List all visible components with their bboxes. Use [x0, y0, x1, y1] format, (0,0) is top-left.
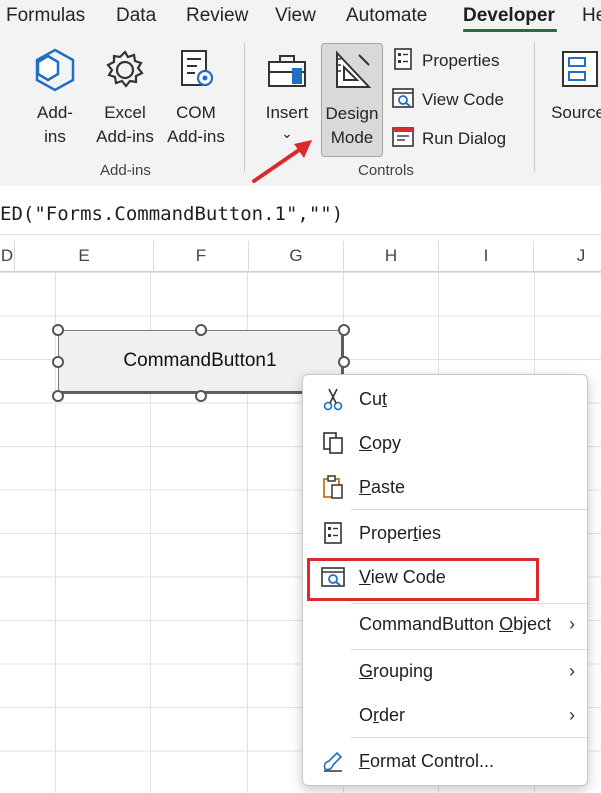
annotation-arrow-icon [252, 140, 312, 183]
insert-button[interactable]: Insert ⌄ [259, 46, 315, 141]
insert-label: Insert [265, 103, 309, 122]
xml-source-icon [548, 46, 601, 101]
run-dialog-icon [392, 125, 414, 154]
controls-group-label: Controls [358, 162, 414, 179]
annotation-highlight-box [307, 558, 539, 601]
source-button[interactable]: Source [548, 46, 601, 125]
menu-item-label: CommandButton Object [359, 613, 552, 634]
ribbon-tab-bar: Formulas Data Review View Automate Devel… [0, 0, 601, 34]
excel-add-ins-label-2: Add-ins [96, 127, 154, 146]
formula-bar[interactable]: ED("Forms.CommandButton.1","") [0, 196, 601, 235]
toolbox-icon [259, 46, 315, 101]
com-addins-icon [164, 46, 228, 101]
menu-item-cut[interactable]: Cut [303, 379, 587, 419]
view-code-button[interactable]: View Code [392, 83, 504, 117]
copy-icon [319, 429, 347, 457]
tab-developer[interactable]: Developer [463, 5, 555, 27]
column-header-i[interactable]: I [439, 241, 534, 271]
excel-add-ins-button[interactable]: Excel Add-ins [93, 46, 157, 149]
view-code-icon [392, 86, 414, 115]
menu-item-label: Copy [359, 432, 402, 453]
paste-icon [319, 473, 347, 501]
submenu-chevron-icon: › [569, 660, 575, 681]
properties-icon [392, 47, 414, 76]
submenu-chevron-icon: › [569, 704, 575, 725]
grid-column-line [55, 272, 56, 793]
menu-item-commandbutton-object[interactable]: CommandButton Object › [303, 604, 587, 644]
resize-handle[interactable] [195, 324, 207, 336]
column-header-f[interactable]: F [154, 241, 249, 271]
menu-item-label: Grouping [359, 660, 434, 681]
add-ins-button[interactable]: Add- ins [26, 46, 84, 149]
design-mode-button[interactable]: Design Mode [321, 43, 383, 157]
menu-separator [351, 509, 587, 510]
column-header-h[interactable]: H [344, 241, 439, 271]
properties-icon [319, 519, 347, 547]
resize-handle[interactable] [338, 324, 350, 336]
menu-item-label: Order [359, 704, 406, 725]
properties-button[interactable]: Properties [392, 44, 499, 78]
menu-item-label: Paste [359, 476, 406, 497]
resize-handle[interactable] [52, 356, 64, 368]
design-mode-icon [322, 47, 382, 102]
menu-item-label: Properties [359, 522, 442, 543]
add-ins-group-label: Add-ins [100, 162, 151, 179]
source-label: Source [551, 103, 601, 122]
addins-hexagon-icon [26, 46, 84, 101]
com-add-ins-button[interactable]: COM Add-ins [164, 46, 228, 149]
menu-item-copy[interactable]: Copy [303, 423, 587, 463]
com-add-ins-label-2: Add-ins [167, 127, 225, 146]
column-headers: D E F G H I J [0, 241, 601, 272]
command-button-label: CommandButton1 [123, 350, 277, 371]
run-dialog-button[interactable]: Run Dialog [392, 122, 506, 156]
menu-separator [351, 737, 587, 738]
menu-item-order[interactable]: Order › [303, 695, 587, 735]
menu-item-paste[interactable]: Paste [303, 467, 587, 507]
group-separator [534, 42, 535, 172]
menu-item-grouping[interactable]: Grouping › [303, 651, 587, 691]
menu-separator [351, 649, 587, 650]
design-mode-label-2: Mode [330, 128, 374, 147]
design-mode-label-1: Design [325, 104, 379, 123]
add-ins-label-1: Add- [37, 103, 73, 122]
group-separator [244, 42, 245, 172]
column-header-d[interactable]: D [0, 241, 15, 271]
tab-formulas[interactable]: Formulas [6, 5, 85, 27]
view-code-label: View Code [422, 90, 504, 109]
menu-item-properties[interactable]: Properties [303, 513, 587, 553]
tab-automate[interactable]: Automate [346, 5, 427, 27]
column-header-e[interactable]: E [15, 241, 154, 271]
resize-handle[interactable] [52, 324, 64, 336]
gear-icon [93, 46, 157, 101]
column-header-j[interactable]: J [534, 241, 601, 271]
formula-text[interactable]: ED("Forms.CommandButton.1","") [0, 203, 343, 225]
properties-label: Properties [422, 51, 500, 70]
resize-handle[interactable] [195, 390, 207, 402]
tab-help[interactable]: He [582, 5, 601, 27]
scissors-icon [319, 385, 347, 413]
submenu-chevron-icon: › [569, 613, 575, 634]
excel-add-ins-label-1: Excel [104, 103, 146, 122]
tab-review[interactable]: Review [186, 5, 248, 27]
format-control-icon [319, 747, 347, 775]
resize-handle[interactable] [338, 356, 350, 368]
resize-handle[interactable] [52, 390, 64, 402]
column-header-g[interactable]: G [249, 241, 344, 271]
tab-view[interactable]: View [275, 5, 316, 27]
menu-item-label: Format Control... [359, 750, 495, 771]
run-dialog-label: Run Dialog [422, 129, 507, 148]
active-tab-indicator [463, 29, 557, 32]
com-add-ins-label-1: COM [176, 103, 216, 122]
add-ins-label-2: ins [44, 127, 66, 146]
tab-data[interactable]: Data [116, 5, 156, 27]
menu-item-label: Cut [359, 388, 388, 409]
menu-item-format-control[interactable]: Format Control... [303, 741, 587, 781]
